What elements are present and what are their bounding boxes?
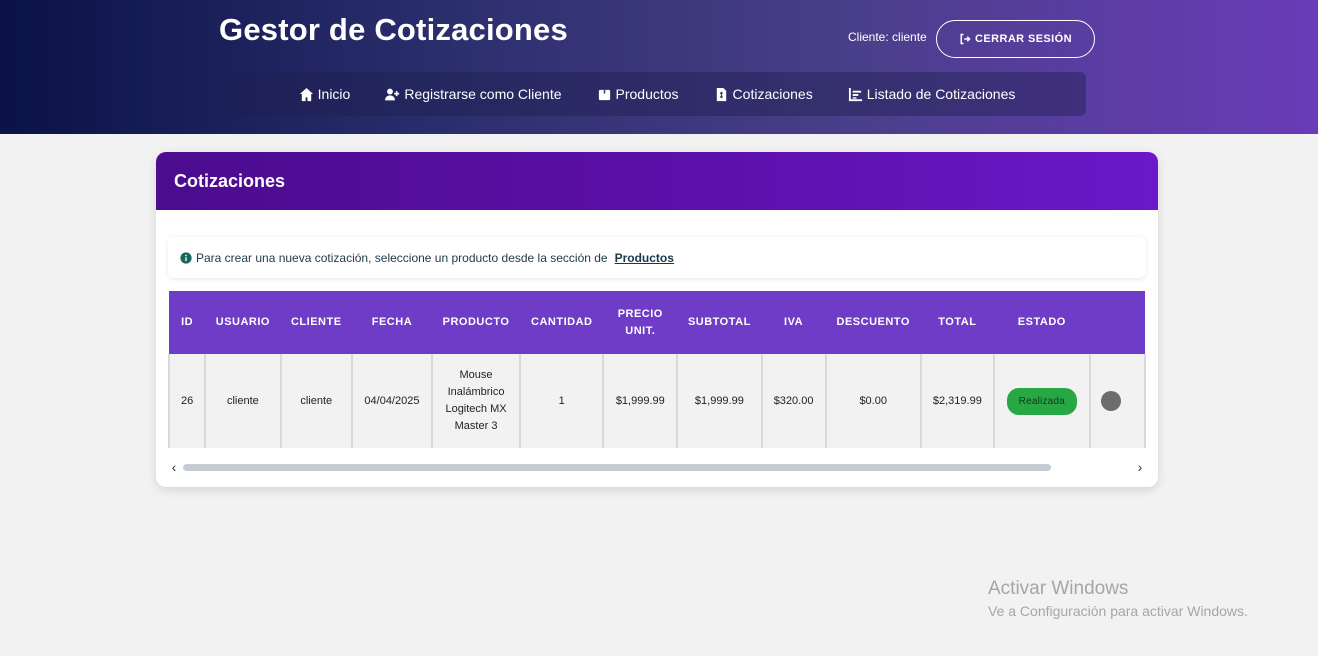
home-icon (299, 87, 313, 101)
status-badge: Realizada (1006, 387, 1077, 415)
cell-precio-unit: $1,999.99 (602, 354, 679, 448)
cell-id: 26 (168, 354, 207, 448)
nav-item-label: Registrarse como Cliente (404, 86, 562, 102)
box-icon (598, 89, 610, 100)
quotes-table-container[interactable]: ID USUARIO CLIENTE FECHA PRODUCTO CANTID… (168, 291, 1146, 448)
cell-estado: Realizada (992, 354, 1091, 448)
info-alert: Para crear una nueva cotización, selecci… (168, 237, 1146, 278)
cell-descuento: $0.00 (824, 354, 922, 448)
col-header-estado: ESTADO (1017, 316, 1066, 328)
cell-total: $2,319.99 (919, 354, 995, 448)
cell-usuario: cliente (204, 354, 282, 448)
cell-cantidad: 1 (519, 354, 605, 448)
col-header-descuento: DESCUENTO (836, 316, 910, 328)
logout-button[interactable]: CERRAR SESIÓN (936, 20, 1095, 58)
quotes-table: ID USUARIO CLIENTE FECHA PRODUCTO CANTID… (168, 291, 1146, 448)
action-button[interactable] (1100, 391, 1121, 411)
main-nav: Inicio Registrarse como Cliente Producto… (228, 72, 1086, 116)
col-header-id: ID (181, 316, 194, 328)
card-header: Cotizaciones (156, 152, 1158, 210)
cell-fecha: 04/04/2025 (350, 354, 433, 448)
table-row: 26 cliente cliente 04/04/2025 Mouse Inal… (168, 354, 1146, 448)
chart-bar-icon (848, 87, 862, 101)
nav-item-label: Cotizaciones (732, 86, 813, 102)
col-header-usuario: USUARIO (215, 316, 270, 328)
scroll-left-arrow-icon[interactable]: ‹ (168, 460, 180, 474)
col-header-producto: PRODUCTO (442, 316, 510, 328)
nav-item-label: Inicio (317, 86, 351, 102)
col-header-cliente: CLIENTE (290, 316, 342, 328)
info-text: Para crear una nueva cotización, selecci… (196, 250, 608, 265)
col-header-total: TOTAL (938, 316, 977, 328)
quotes-card: Cotizaciones Para crear una nueva cotiza… (156, 152, 1158, 487)
cell-cliente: cliente (279, 354, 353, 448)
productos-link[interactable]: Productos (615, 251, 674, 265)
nav-item-cotizaciones[interactable]: Cotizaciones (714, 86, 813, 102)
scroll-right-arrow-icon[interactable]: › (1134, 460, 1146, 474)
col-header-acciones (1090, 291, 1145, 354)
logout-label: CERRAR SESIÓN (975, 33, 1072, 45)
watermark-title: Activar Windows (988, 578, 1129, 599)
client-label: Cliente: cliente (848, 30, 927, 44)
file-invoice-icon (716, 87, 726, 101)
windows-activation-watermark: Activar Windows Ve a Configuración para … (988, 578, 1248, 619)
col-header-cantidad: CANTIDAD (531, 316, 593, 328)
nav-item-productos[interactable]: Productos (597, 86, 679, 102)
info-circle-icon (180, 251, 192, 264)
nav-item-label: Productos (615, 86, 679, 102)
nav-item-registrarse[interactable]: Registrarse como Cliente (385, 86, 562, 102)
cell-producto: Mouse Inalámbrico Logitech MX Master 3 (430, 354, 522, 448)
user-plus-icon (385, 88, 400, 100)
app-header: Gestor de Cotizaciones Cliente: cliente … (0, 0, 1318, 134)
horizontal-scrollbar[interactable]: ‹ › (168, 460, 1146, 474)
nav-item-listado[interactable]: Listado de Cotizaciones (848, 86, 1016, 102)
col-header-fecha: FECHA (371, 316, 413, 328)
cell-subtotal: $1,999.99 (676, 354, 763, 448)
col-header-subtotal: SUBTOTAL (687, 316, 751, 328)
card-title: Cotizaciones (174, 170, 286, 191)
table-header-row: ID USUARIO CLIENTE FECHA PRODUCTO CANTID… (169, 291, 1145, 354)
col-header-iva: IVA (784, 316, 804, 328)
nav-item-label: Listado de Cotizaciones (866, 86, 1016, 102)
scroll-thumb[interactable] (183, 464, 1051, 471)
cell-iva: $320.00 (760, 354, 827, 448)
col-header-precio-unit: PRECIO UNIT. (617, 307, 663, 337)
watermark-subtitle: Ve a Configuración para activar Windows. (988, 603, 1248, 619)
sign-out-icon (960, 33, 971, 45)
app-title: Gestor de Cotizaciones (219, 12, 568, 47)
cell-acciones (1088, 354, 1146, 448)
nav-item-inicio[interactable]: Inicio (299, 86, 351, 102)
